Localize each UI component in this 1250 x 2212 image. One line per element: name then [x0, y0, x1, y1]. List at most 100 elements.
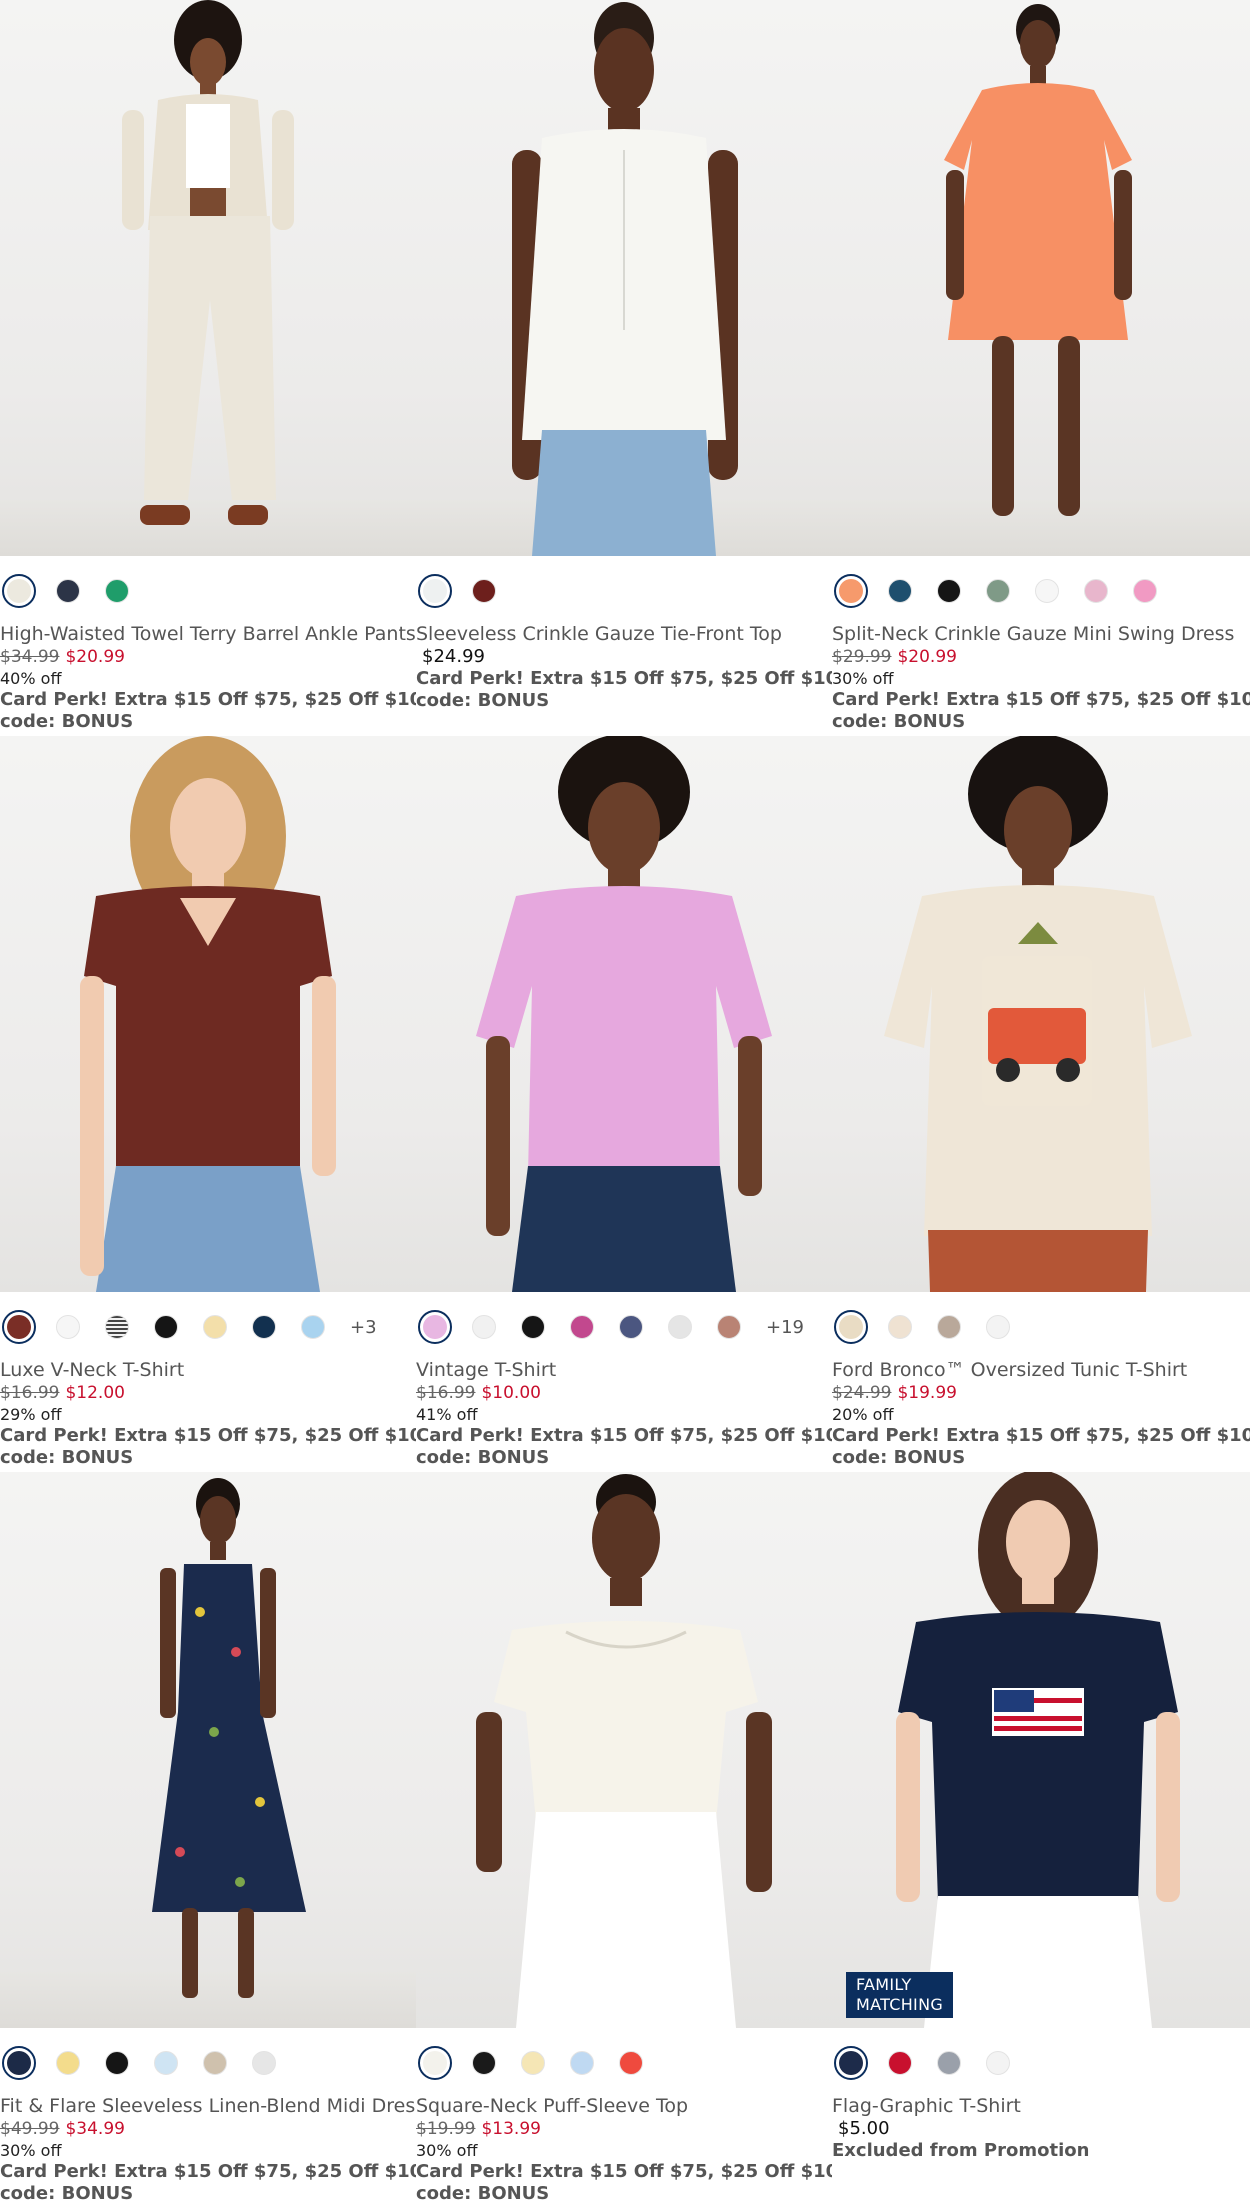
promo-code: code: BONUS — [0, 711, 134, 732]
swatch-black[interactable] — [105, 2051, 129, 2075]
more-colors-link[interactable]: +19 — [766, 1317, 804, 1338]
promo-text: Card Perk! Extra $15 Off $75, $25 Off $1… — [416, 1425, 832, 1446]
swatch-magenta[interactable] — [570, 1315, 594, 1339]
promo-code: code: BONUS — [832, 711, 966, 732]
promo-text: Card Perk! Extra $15 Off $75, $25 Off $1… — [0, 1425, 416, 1446]
product-image[interactable] — [416, 736, 832, 1292]
swatch-light-pink[interactable] — [1084, 579, 1108, 603]
swatch-teal[interactable] — [888, 579, 912, 603]
discount-label: 30% off — [416, 2141, 478, 2160]
swatch-white[interactable] — [418, 2046, 452, 2080]
swatch-graphic[interactable] — [937, 1315, 961, 1339]
product-image[interactable] — [0, 1472, 416, 2028]
swatch-white[interactable] — [418, 574, 452, 608]
product-image[interactable] — [416, 0, 832, 556]
product-image[interactable]: FAMILY MATCHING — [832, 1472, 1250, 2028]
product-name[interactable]: Ford Bronco™ Oversized Tunic T-Shirt — [832, 1358, 1250, 1382]
original-price: $34.99 — [0, 647, 60, 667]
promo-text: Card Perk! Extra $15 Off $75, $25 Off $1… — [832, 689, 1250, 710]
sale-price: $19.99 — [897, 1383, 957, 1403]
swatch-lavender[interactable] — [418, 1310, 452, 1344]
swatch-light-blue[interactable] — [301, 1315, 325, 1339]
swatch-gray-flag[interactable] — [937, 2051, 961, 2075]
product-image[interactable] — [0, 736, 416, 1292]
product-card[interactable]: FAMILY MATCHING Flag-Graphic T-Shirt $5.… — [832, 1472, 1250, 2212]
swatch-white[interactable] — [986, 2051, 1010, 2075]
swatch-floral-white[interactable] — [252, 2051, 276, 2075]
swatch-slate-blue[interactable] — [619, 1315, 643, 1339]
price: $19.99 $13.99 — [416, 2118, 832, 2140]
original-price: $49.99 — [0, 2119, 60, 2139]
swatch-red-flag[interactable] — [888, 2051, 912, 2075]
swatch-black[interactable] — [521, 1315, 545, 1339]
swatch-rose-brown[interactable] — [717, 1315, 741, 1339]
swatch-sky-blue[interactable] — [570, 2051, 594, 2075]
product-name[interactable]: Vintage T-Shirt — [416, 1358, 832, 1382]
product-name[interactable]: Sleeveless Crinkle Gauze Tie-Front Top — [416, 622, 832, 646]
swatch-bronco-print[interactable] — [834, 1310, 868, 1344]
product-card[interactable]: Square-Neck Puff-Sleeve Top $19.99 $13.99… — [416, 1472, 832, 2212]
product-image[interactable] — [832, 0, 1250, 556]
swatch-sage[interactable] — [986, 579, 1010, 603]
swatch-red[interactable] — [619, 2051, 643, 2075]
swatch-black[interactable] — [937, 579, 961, 603]
model-illustration — [896, 1472, 1180, 2028]
promo-text: Card Perk! Extra $15 Off $75, $25 Off $1… — [0, 2161, 416, 2182]
product-name[interactable]: Split-Neck Crinkle Gauze Mini Swing Dres… — [832, 622, 1250, 646]
product-name[interactable]: Flag-Graphic T-Shirt — [832, 2094, 1250, 2118]
promo-code: code: BONUS — [416, 2183, 550, 2204]
swatch-brown[interactable] — [2, 1310, 36, 1344]
product-image[interactable] — [832, 736, 1250, 1292]
discount-label: 41% off — [416, 1405, 478, 1424]
swatch-pink[interactable] — [1133, 579, 1157, 603]
product-card[interactable]: +3 Luxe V-Neck T-Shirt $16.99 $12.00 29% … — [0, 736, 416, 1472]
product-name[interactable]: Luxe V-Neck T-Shirt — [0, 1358, 416, 1382]
product-card[interactable]: Sleeveless Crinkle Gauze Tie-Front Top $… — [416, 0, 832, 736]
swatch-off-white[interactable] — [2, 574, 36, 608]
swatch-cream[interactable] — [888, 1315, 912, 1339]
sale-price: $12.00 — [65, 1383, 125, 1403]
product-card[interactable]: Ford Bronco™ Oversized Tunic T-Shirt $24… — [832, 736, 1250, 1472]
product-card[interactable]: +19 Vintage T-Shirt $16.99 $10.00 41% off… — [416, 736, 832, 1472]
product-name[interactable]: High-Waisted Towel Terry Barrel Ankle Pa… — [0, 622, 416, 646]
swatch-navy[interactable] — [56, 579, 80, 603]
original-price: $16.99 — [416, 1383, 476, 1403]
product-name[interactable]: Fit & Flare Sleeveless Linen-Blend Midi … — [0, 2094, 416, 2118]
swatch-white[interactable] — [472, 1315, 496, 1339]
color-swatches — [416, 2040, 832, 2086]
more-colors-link[interactable]: +3 — [350, 1317, 377, 1338]
swatch-white[interactable] — [986, 1315, 1010, 1339]
swatch-white[interactable] — [56, 1315, 80, 1339]
color-swatches — [832, 2040, 1250, 2086]
product-image[interactable] — [416, 1472, 832, 2028]
swatch-white[interactable] — [1035, 579, 1059, 603]
swatch-navy[interactable] — [252, 1315, 276, 1339]
color-swatches — [0, 2040, 416, 2086]
swatch-navy-floral[interactable] — [2, 2046, 36, 2080]
swatch-burgundy[interactable] — [472, 579, 496, 603]
swatch-blue-stripe[interactable] — [154, 2051, 178, 2075]
swatch-butter[interactable] — [203, 1315, 227, 1339]
swatch-black[interactable] — [154, 1315, 178, 1339]
product-name[interactable]: Square-Neck Puff-Sleeve Top — [416, 2094, 832, 2118]
swatch-black[interactable] — [472, 2051, 496, 2075]
color-swatches — [0, 568, 416, 614]
swatch-stripe[interactable] — [105, 1315, 129, 1339]
product-card[interactable]: Split-Neck Crinkle Gauze Mini Swing Dres… — [832, 0, 1250, 736]
original-price: $16.99 — [0, 1383, 60, 1403]
swatch-yellow[interactable] — [56, 2051, 80, 2075]
swatch-navy-flag[interactable] — [834, 2046, 868, 2080]
discount-label: 40% off — [0, 669, 62, 688]
product-card[interactable]: Fit & Flare Sleeveless Linen-Blend Midi … — [0, 1472, 416, 2212]
swatch-butter[interactable] — [521, 2051, 545, 2075]
swatch-green[interactable] — [105, 579, 129, 603]
product-image[interactable] — [0, 0, 416, 556]
color-swatches — [416, 568, 832, 614]
discount-label: 29% off — [0, 1405, 62, 1424]
swatch-coral[interactable] — [834, 574, 868, 608]
regular-price: $5.00 — [838, 2118, 890, 2139]
swatch-light-gray[interactable] — [668, 1315, 692, 1339]
swatch-taupe[interactable] — [203, 2051, 227, 2075]
model-illustration — [944, 4, 1132, 516]
product-card[interactable]: High-Waisted Towel Terry Barrel Ankle Pa… — [0, 0, 416, 736]
